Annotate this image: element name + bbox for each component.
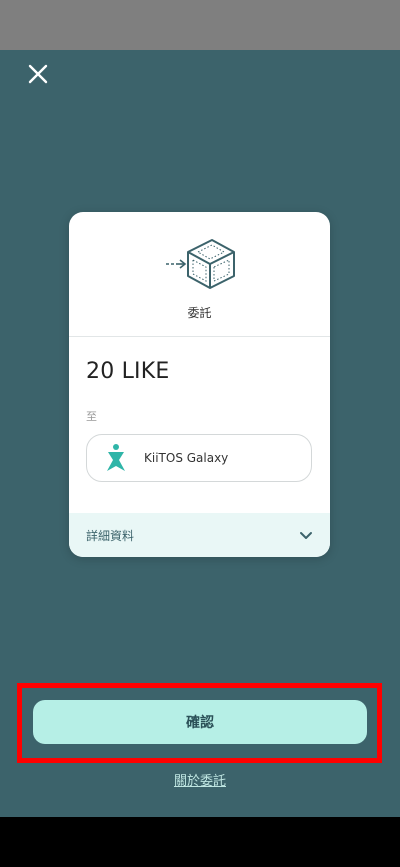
delegate-card: 委託 20 LIKE 至 KiiTOS Galaxy 詳細資料 (69, 212, 330, 557)
navigation-bar (0, 817, 400, 867)
details-toggle[interactable]: 詳細資料 (69, 513, 330, 557)
details-label: 詳細資料 (86, 528, 135, 543)
close-icon (28, 64, 48, 84)
card-header: 委託 (69, 212, 330, 337)
to-label: 至 (86, 410, 97, 423)
status-bar (0, 0, 400, 50)
chevron-down-icon (300, 532, 312, 539)
delegate-box-icon (165, 239, 235, 289)
action-title: 委託 (187, 306, 212, 320)
close-button[interactable] (24, 60, 52, 88)
validator-name: KiiTOS Galaxy (144, 451, 229, 465)
delegate-amount: 20 LIKE (86, 359, 170, 384)
about-delegation-link[interactable]: 關於委託 (0, 770, 400, 789)
validator-field[interactable]: KiiTOS Galaxy (86, 434, 312, 482)
kiitos-logo-icon (101, 443, 131, 473)
confirm-button[interactable]: 確認 (33, 700, 367, 744)
